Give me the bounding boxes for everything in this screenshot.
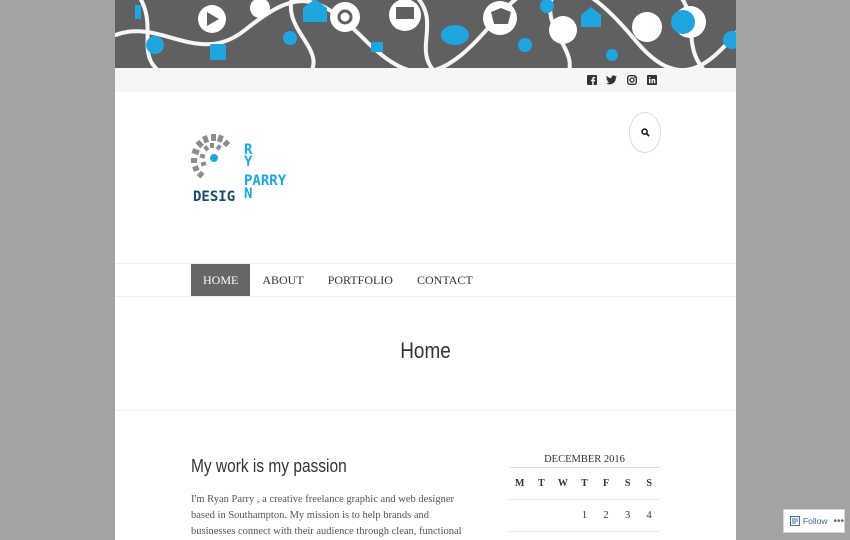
nav-item-about[interactable]: ABOUT [250, 264, 315, 296]
weekday-tue: T [538, 478, 545, 489]
ryan-parry-design-logo: R Y N PARRY DESIG [191, 134, 287, 205]
follow-button[interactable]: Follow ••• [783, 509, 845, 533]
nav-item-contact[interactable]: CONTACT [405, 264, 485, 296]
weekday-thu: T [581, 478, 588, 489]
social-bar [115, 68, 736, 92]
calendar-day: 4 [646, 510, 652, 521]
follow-label: Follow [802, 516, 828, 526]
nav-divider-bottom [115, 296, 736, 297]
search-icon [640, 128, 650, 137]
logo-parry-text: PARRY [244, 173, 287, 189]
page-container: R Y N PARRY DESIG HOME ABOUT PORTFOLIO C… [115, 0, 736, 540]
search-button[interactable] [629, 112, 661, 153]
site-logo[interactable]: R Y N PARRY DESIG [191, 132, 291, 208]
weekday-sun: S [646, 478, 652, 489]
follow-reader-icon [790, 516, 800, 526]
more-options-icon[interactable]: ••• [833, 516, 844, 527]
instagram-icon[interactable] [626, 74, 637, 85]
post-title: My work is my passion [191, 456, 347, 476]
facebook-icon[interactable] [586, 74, 597, 85]
post-body: I'm Ryan Parry , a creative freelance gr… [191, 494, 462, 537]
twitter-icon[interactable] [606, 74, 617, 85]
banner-pattern [115, 0, 736, 68]
calendar-caption: DECEMBER 2016 [509, 452, 660, 468]
calendar-day: 2 [603, 510, 609, 521]
nav-item-home[interactable]: HOME [191, 264, 251, 296]
title-divider [115, 410, 736, 411]
page-title: Home [400, 338, 451, 363]
nav-item-portfolio[interactable]: PORTFOLIO [316, 264, 405, 296]
logo-design-text: DESIG [193, 189, 235, 205]
weekday-wed: W [557, 478, 568, 489]
header-banner [115, 0, 736, 68]
calendar-day: 1 [581, 510, 588, 521]
weekday-sat: S [624, 478, 631, 489]
logo-letter-y: Y [244, 154, 253, 170]
calendar-week-row: 1 2 3 4 [509, 500, 660, 532]
weekday-mon: M [515, 478, 525, 489]
main-nav: HOME ABOUT PORTFOLIO CONTACT [191, 264, 485, 296]
calendar-widget: DECEMBER 2016 M T W T F S S 1 2 3 4 [509, 452, 660, 532]
weekday-fri: F [602, 478, 610, 489]
linkedin-icon[interactable] [646, 74, 657, 85]
calendar-day: 3 [624, 510, 631, 521]
calendar-weekday-row: M T W T F S S [509, 468, 660, 500]
